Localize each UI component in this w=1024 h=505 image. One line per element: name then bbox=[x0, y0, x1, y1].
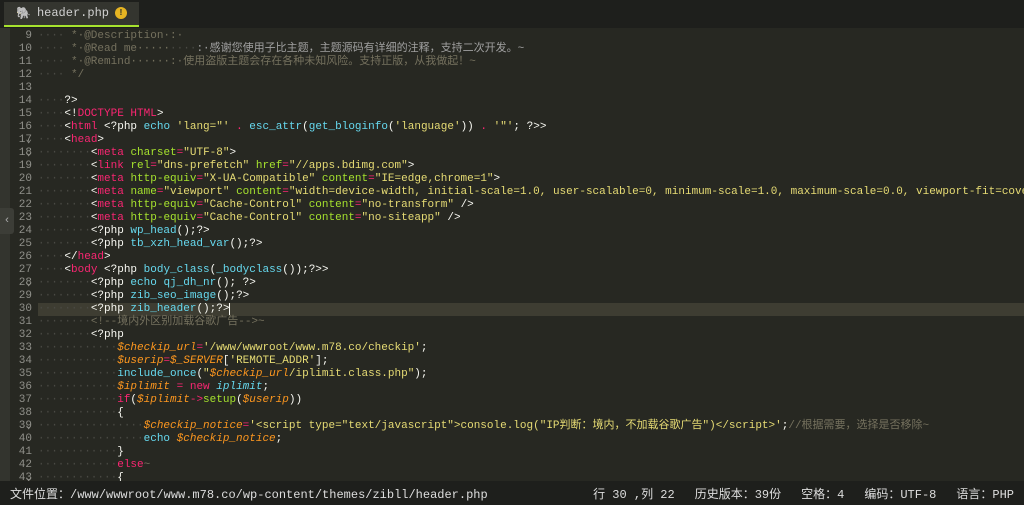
line-number: 37 bbox=[10, 394, 38, 407]
line-number: 31 bbox=[10, 316, 38, 329]
line-number: 36 bbox=[10, 381, 38, 394]
code-line[interactable]: ············if($iplimit->setup($userip)) bbox=[38, 394, 1024, 407]
line-number: 41 bbox=[10, 446, 38, 459]
line-number: 34 bbox=[10, 355, 38, 368]
code-line[interactable]: ········<?php tb_xzh_head_var();?> bbox=[38, 238, 1024, 251]
php-file-icon: 🐘 bbox=[16, 6, 31, 21]
code-line[interactable]: ············$userip=$_SERVER['REMOTE_ADD… bbox=[38, 355, 1024, 368]
code-line[interactable]: ········<meta http-equiv="Cache-Control"… bbox=[38, 212, 1024, 225]
status-line-col[interactable]: 行 30 ,列 22 bbox=[593, 485, 675, 502]
sidebar-expand-handle[interactable]: ‹ bbox=[0, 208, 14, 234]
code-line[interactable]: ········<meta charset="UTF-8"> bbox=[38, 147, 1024, 160]
code-line[interactable]: ····<!DOCTYPE HTML> bbox=[38, 108, 1024, 121]
code-line[interactable]: ············$checkip_url='/www/wwwroot/w… bbox=[38, 342, 1024, 355]
gutter-background bbox=[0, 28, 10, 481]
code-line[interactable]: ············{ bbox=[38, 472, 1024, 481]
code-line[interactable]: ···· */ bbox=[38, 69, 1024, 82]
code-line[interactable]: ················$checkip_notice='<script… bbox=[38, 420, 1024, 433]
code-line[interactable]: ········<meta http-equiv="X-UA-Compatibl… bbox=[38, 173, 1024, 186]
status-indent[interactable]: 空格：4 bbox=[801, 485, 844, 502]
line-number: 18 bbox=[10, 147, 38, 160]
code-line[interactable] bbox=[38, 82, 1024, 95]
status-history[interactable]: 历史版本：39份 bbox=[695, 485, 781, 502]
code-line[interactable]: ····</head> bbox=[38, 251, 1024, 264]
line-number: 43 ⌄ bbox=[10, 472, 38, 481]
status-filepath: 文件位置：/www/wwwroot/www.m78.co/wp-content/… bbox=[10, 485, 573, 502]
line-number: 10 bbox=[10, 43, 38, 56]
code-line[interactable]: ············} bbox=[38, 446, 1024, 459]
line-number: 32 bbox=[10, 329, 38, 342]
code-line[interactable]: ········<?php bbox=[38, 329, 1024, 342]
code-line[interactable]: ···· *·@Read me·········:·感谢您使用子比主题，主题源码… bbox=[38, 43, 1024, 56]
status-bar: 文件位置：/www/wwwroot/www.m78.co/wp-content/… bbox=[0, 481, 1024, 505]
code-line[interactable]: ········<!--境内外区别加载谷歌广告-->~ bbox=[38, 316, 1024, 329]
code-line[interactable]: ···· *·@Remind······:·使用盗版主题会存在各种未知风险。支持… bbox=[38, 56, 1024, 69]
line-number: 35 bbox=[10, 368, 38, 381]
tab-header-php[interactable]: 🐘 header.php ! bbox=[4, 2, 139, 27]
line-number: 39 bbox=[10, 420, 38, 433]
code-line[interactable]: ················echo $checkip_notice; bbox=[38, 433, 1024, 446]
line-number: 33 bbox=[10, 342, 38, 355]
code-line[interactable]: ····?> bbox=[38, 95, 1024, 108]
line-number: 23 bbox=[10, 212, 38, 225]
line-number: 12 bbox=[10, 69, 38, 82]
line-number: 21 bbox=[10, 186, 38, 199]
status-language[interactable]: 语言：PHP bbox=[956, 485, 1014, 502]
code-line[interactable]: ····<body <?php body_class(_bodyclass())… bbox=[38, 264, 1024, 277]
code-line[interactable]: ········<meta http-equiv="Cache-Control"… bbox=[38, 199, 1024, 212]
code-line[interactable]: ············else~ bbox=[38, 459, 1024, 472]
line-number: 20 bbox=[10, 173, 38, 186]
status-encoding[interactable]: 编码：UTF-8 bbox=[864, 485, 936, 502]
line-number: 38 ⌄ bbox=[10, 407, 38, 420]
code-line[interactable]: ············$iplimit = new iplimit; bbox=[38, 381, 1024, 394]
line-number: 27 ⌄ bbox=[10, 264, 38, 277]
line-number: 17 ⌄ bbox=[10, 134, 38, 147]
code-line[interactable]: ········<?php zib_header();?> bbox=[38, 303, 1024, 316]
line-number: 11 bbox=[10, 56, 38, 69]
code-line[interactable]: ········<?php zib_seo_image();?> bbox=[38, 290, 1024, 303]
line-number: 29 bbox=[10, 290, 38, 303]
line-number: 15 bbox=[10, 108, 38, 121]
tab-bar: 🐘 header.php ! bbox=[0, 0, 1024, 28]
warning-icon: ! bbox=[115, 7, 127, 19]
code-area[interactable]: ···· *·@Description·:····· *·@Read me···… bbox=[38, 28, 1024, 481]
code-line[interactable]: ············{ bbox=[38, 407, 1024, 420]
line-number: 26 bbox=[10, 251, 38, 264]
line-number: 16 ⌄ bbox=[10, 121, 38, 134]
line-number: 14 bbox=[10, 95, 38, 108]
line-number: 19 bbox=[10, 160, 38, 173]
code-line[interactable]: ····<html <?php echo 'lang="' . esc_attr… bbox=[38, 121, 1024, 134]
line-number: 40 bbox=[10, 433, 38, 446]
code-line[interactable]: ········<link rel="dns-prefetch" href="/… bbox=[38, 160, 1024, 173]
tab-filename: header.php bbox=[37, 6, 109, 20]
code-line[interactable]: ········<meta name="viewport" content="w… bbox=[38, 186, 1024, 199]
line-number: 28 bbox=[10, 277, 38, 290]
line-number: 22 bbox=[10, 199, 38, 212]
text-cursor bbox=[229, 303, 230, 315]
line-number: 25 bbox=[10, 238, 38, 251]
code-line[interactable]: ········<?php wp_head();?> bbox=[38, 225, 1024, 238]
line-number: 24 bbox=[10, 225, 38, 238]
code-line[interactable]: ········<?php echo qj_dh_nr(); ?> bbox=[38, 277, 1024, 290]
code-line[interactable]: ············include_once("$checkip_url/i… bbox=[38, 368, 1024, 381]
code-line[interactable]: ···· *·@Description·:· bbox=[38, 30, 1024, 43]
code-line[interactable]: ····<head> bbox=[38, 134, 1024, 147]
line-number: 30 bbox=[10, 303, 38, 316]
line-number: 13 bbox=[10, 82, 38, 95]
line-number: 9 bbox=[10, 30, 38, 43]
code-editor[interactable]: ‹ 910111213141516 ⌄17 ⌄18192021222324252… bbox=[0, 28, 1024, 481]
line-number: 42 ⌄ bbox=[10, 459, 38, 472]
